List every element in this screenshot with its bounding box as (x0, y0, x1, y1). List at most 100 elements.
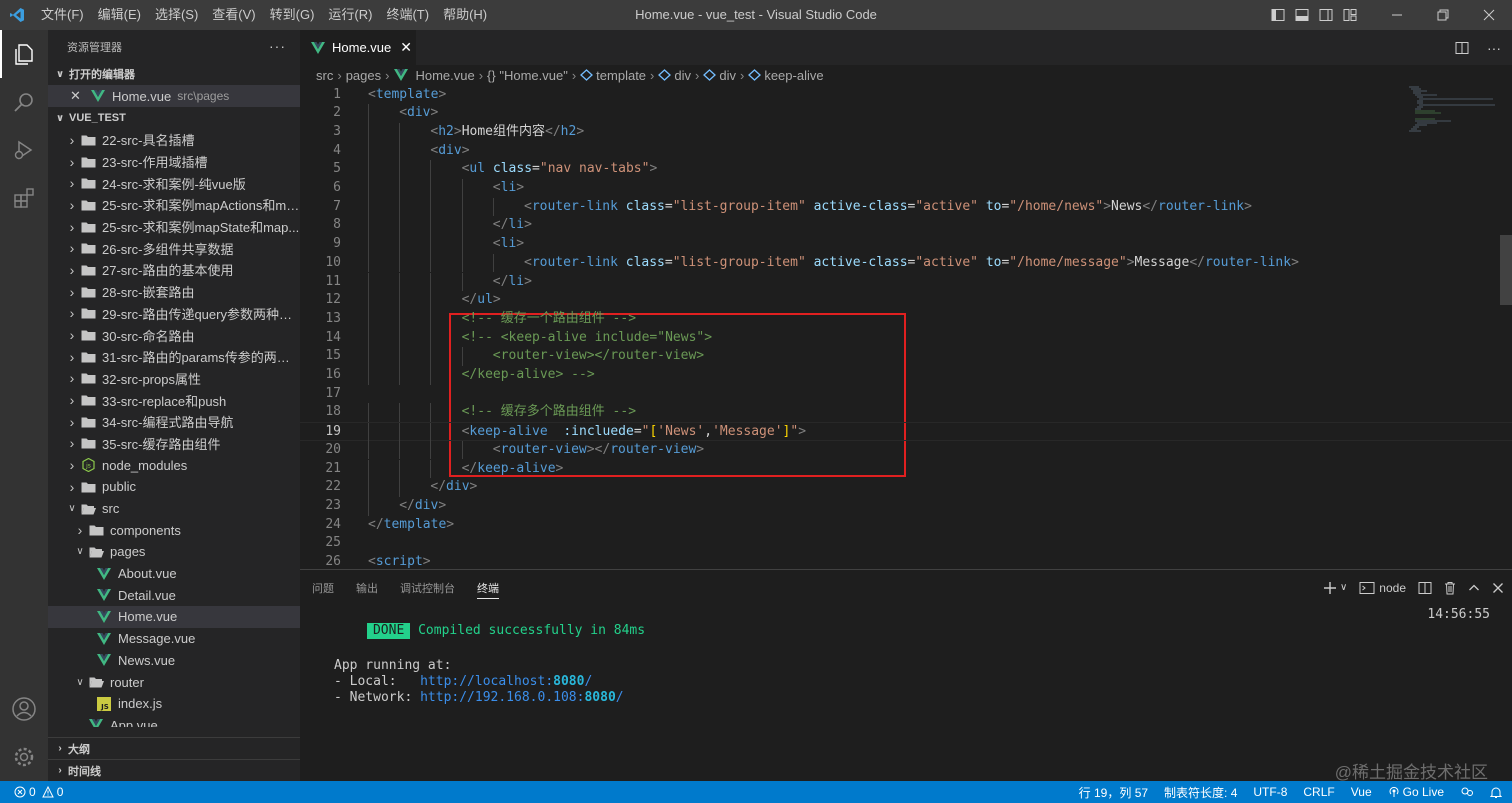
local-url-link[interactable]: http://localhost:8080/ (420, 674, 592, 689)
customize-layout-icon[interactable] (1338, 0, 1362, 30)
tree-folder-item[interactable]: › 28-src-嵌套路由 (48, 281, 300, 303)
breadcrumb-item[interactable]: Home.vue (415, 68, 474, 83)
code-line[interactable]: 23 </div> (300, 496, 1512, 516)
more-actions-icon[interactable]: ··· (1476, 40, 1512, 56)
new-terminal-icon[interactable] (1323, 581, 1337, 595)
cursor-position[interactable]: 行 19，列 57 (1079, 784, 1148, 801)
tree-folder-item[interactable]: › 30-src-命名路由 (48, 324, 300, 346)
end-of-line[interactable]: CRLF (1303, 785, 1334, 799)
code-line[interactable]: 17 (300, 385, 1512, 404)
menu-item[interactable]: 终端(T) (379, 0, 436, 30)
minimize-icon[interactable] (1374, 0, 1420, 30)
close-icon[interactable]: ✕ (70, 88, 86, 104)
code-line[interactable]: 19 <keep-alive :incluede="['News','Messag… (300, 422, 1512, 442)
explorer-icon[interactable] (0, 30, 48, 78)
settings-gear-icon[interactable] (0, 733, 48, 781)
toggle-sidebar-icon[interactable] (1266, 0, 1290, 30)
tree-file-item[interactable]: Message.vue (48, 628, 300, 650)
breadcrumb-item[interactable]: div (674, 68, 691, 83)
tree-folder-item[interactable]: › 25-src-求和案例mapState和map... (48, 216, 300, 238)
tree-folder-item[interactable]: › 22-src-具名插槽 (48, 129, 300, 151)
code-line[interactable]: 13 <!-- 缓存一个路由组件 --> (300, 309, 1512, 329)
tree-folder-item[interactable]: › 33-src-replace和push (48, 389, 300, 411)
breadcrumb-item[interactable]: keep-alive (764, 68, 823, 83)
code-line[interactable]: 2 <div> (300, 104, 1512, 123)
terminal-selector[interactable]: node (1359, 581, 1406, 595)
chevron-down-icon[interactable]: ∨ (1340, 582, 1347, 593)
code-line[interactable]: 1 <template> (300, 86, 1512, 105)
code-line[interactable]: 24 </template> (300, 516, 1512, 535)
code-line[interactable]: 26 <script> (300, 553, 1512, 569)
code-line[interactable]: 15 <router-view></router-view> (300, 347, 1512, 366)
tree-folder-item[interactable]: › 29-src-路由传递query参数两种方... (48, 303, 300, 325)
code-line[interactable]: 6 <li> (300, 179, 1512, 198)
timeline-section[interactable]: › 时间线 (48, 759, 300, 781)
tree-file-item[interactable]: Home.vue (48, 606, 300, 628)
tree-file-item[interactable]: JS index.js (48, 693, 300, 715)
tree-file-item[interactable]: Detail.vue (48, 584, 300, 606)
restore-icon[interactable] (1420, 0, 1466, 30)
code-line[interactable]: 9 <li> (300, 235, 1512, 254)
tree-file-item[interactable]: App.vue (48, 715, 300, 727)
tab-home-vue[interactable]: Home.vue ✕ (300, 30, 416, 65)
code-line[interactable]: 8 </li> (300, 216, 1512, 236)
file-encoding[interactable]: UTF-8 (1253, 785, 1287, 799)
code-line[interactable]: 16 </keep-alive> --> (300, 366, 1512, 385)
tree-folder-item[interactable]: › 27-src-路由的基本使用 (48, 259, 300, 281)
code-line[interactable]: 18 <!-- 缓存多个路由组件 --> (300, 403, 1512, 423)
open-editor-item[interactable]: ✕ Home.vue src\pages (48, 85, 300, 107)
code-line[interactable]: 5 <ul class="nav nav-tabs"> (300, 160, 1512, 179)
close-panel-icon[interactable] (1492, 582, 1504, 594)
panel-tab[interactable]: 调试控制台 (400, 570, 455, 605)
code-line[interactable]: 7 <router-link class="list-group-item" ac… (300, 197, 1512, 217)
menu-item[interactable]: 转到(G) (263, 0, 322, 30)
breadcrumb-item[interactable]: pages (346, 68, 381, 83)
notifications-bell-icon[interactable] (1490, 786, 1502, 799)
tree-folder-item[interactable]: › 32-src-props属性 (48, 368, 300, 390)
code-line[interactable]: 3 <h2>Home组件内容</h2> (300, 122, 1512, 142)
account-icon[interactable] (0, 685, 48, 733)
tree-folder-item[interactable]: › 31-src-路由的params传参的两种... (48, 346, 300, 368)
project-section[interactable]: ∨ VUE_TEST (48, 107, 300, 129)
menu-item[interactable]: 帮助(H) (436, 0, 494, 30)
tree-folder-item[interactable]: › public (48, 476, 300, 498)
breadcrumb-item[interactable]: {} "Home.vue" (487, 68, 568, 83)
maximize-panel-icon[interactable] (1468, 582, 1480, 594)
problems-status[interactable]: 0 0 (0, 785, 63, 799)
trash-icon[interactable] (1444, 581, 1456, 595)
tree-folder-item[interactable]: › js node_modules (48, 454, 300, 476)
code-line[interactable]: 14 <!-- <keep-alive include="News"> (300, 328, 1512, 348)
split-terminal-icon[interactable] (1418, 581, 1432, 595)
breadcrumb-item[interactable]: src (316, 68, 333, 83)
menu-item[interactable]: 文件(F) (34, 0, 91, 30)
toggle-panel-icon[interactable] (1290, 0, 1314, 30)
split-editor-icon[interactable] (1448, 41, 1476, 55)
tree-folder-item[interactable]: › 23-src-作用域插槽 (48, 151, 300, 173)
tree-file-item[interactable]: News.vue (48, 650, 300, 672)
code-line[interactable]: 11 </li> (300, 272, 1512, 292)
close-tab-icon[interactable]: ✕ (400, 39, 412, 56)
search-icon[interactable] (0, 78, 48, 126)
menu-item[interactable]: 编辑(E) (91, 0, 148, 30)
panel-tab[interactable]: 终端 (477, 570, 499, 605)
menu-item[interactable]: 查看(V) (205, 0, 262, 30)
code-line[interactable]: 22 </div> (300, 478, 1512, 497)
tree-folder-item[interactable]: › 26-src-多组件共享数据 (48, 237, 300, 259)
network-url-link[interactable]: http://192.168.0.108:8080/ (420, 690, 624, 705)
breadcrumb-item[interactable]: template (596, 68, 646, 83)
tree-folder-item[interactable]: › 25-src-求和案例mapActions和ma... (48, 194, 300, 216)
code-line[interactable]: 25 (300, 534, 1512, 553)
breadcrumb-item[interactable]: div (719, 68, 736, 83)
tree-folder-item[interactable]: ∨ src (48, 498, 300, 520)
tree-folder-item[interactable]: ∨ pages (48, 541, 300, 563)
tree-folder-item[interactable]: › 35-src-缓存路由组件 (48, 433, 300, 455)
tree-folder-item[interactable]: › 34-src-编程式路由导航 (48, 411, 300, 433)
extensions-icon[interactable] (0, 174, 48, 222)
code-line[interactable]: 4 <div> (300, 141, 1512, 161)
menu-item[interactable]: 选择(S) (148, 0, 205, 30)
feedback-icon[interactable] (1460, 786, 1474, 798)
code-line[interactable]: 21 </keep-alive> (300, 459, 1512, 479)
go-live-button[interactable]: Go Live (1388, 785, 1444, 799)
run-debug-icon[interactable] (0, 126, 48, 174)
toggle-secondary-sidebar-icon[interactable] (1314, 0, 1338, 30)
